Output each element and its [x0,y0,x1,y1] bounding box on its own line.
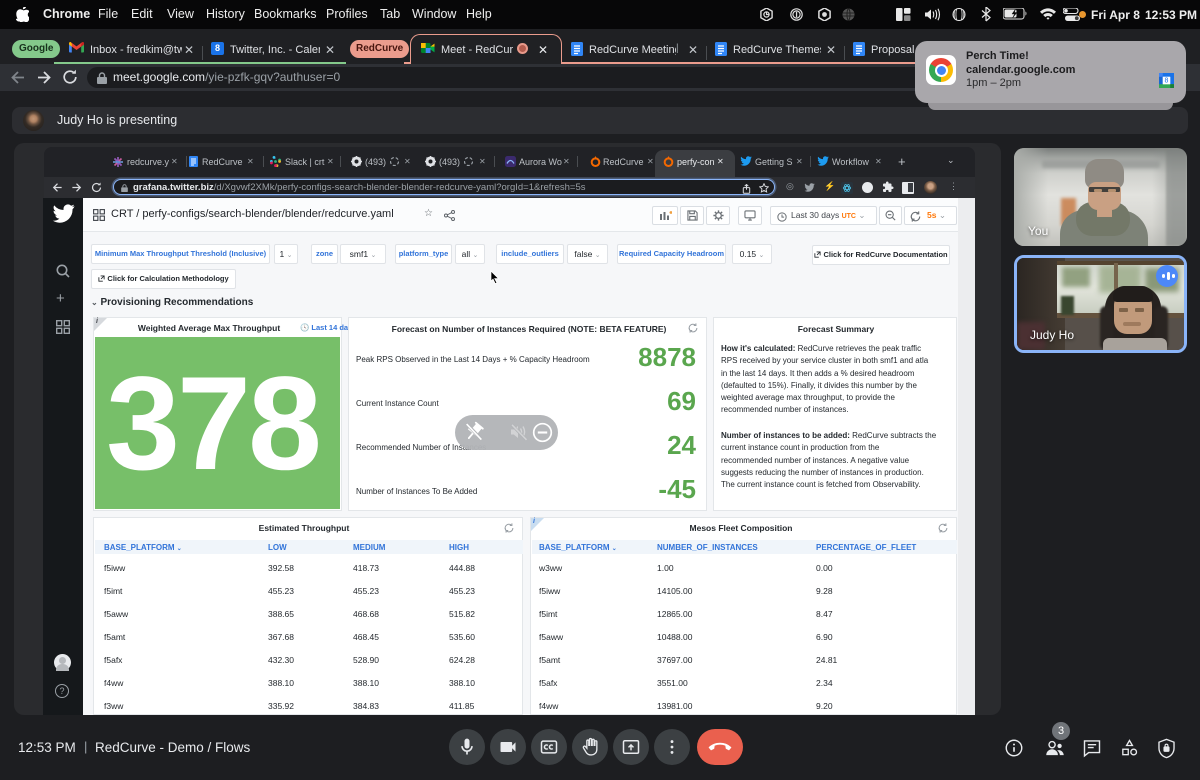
svg-text:8: 8 [1165,78,1169,85]
